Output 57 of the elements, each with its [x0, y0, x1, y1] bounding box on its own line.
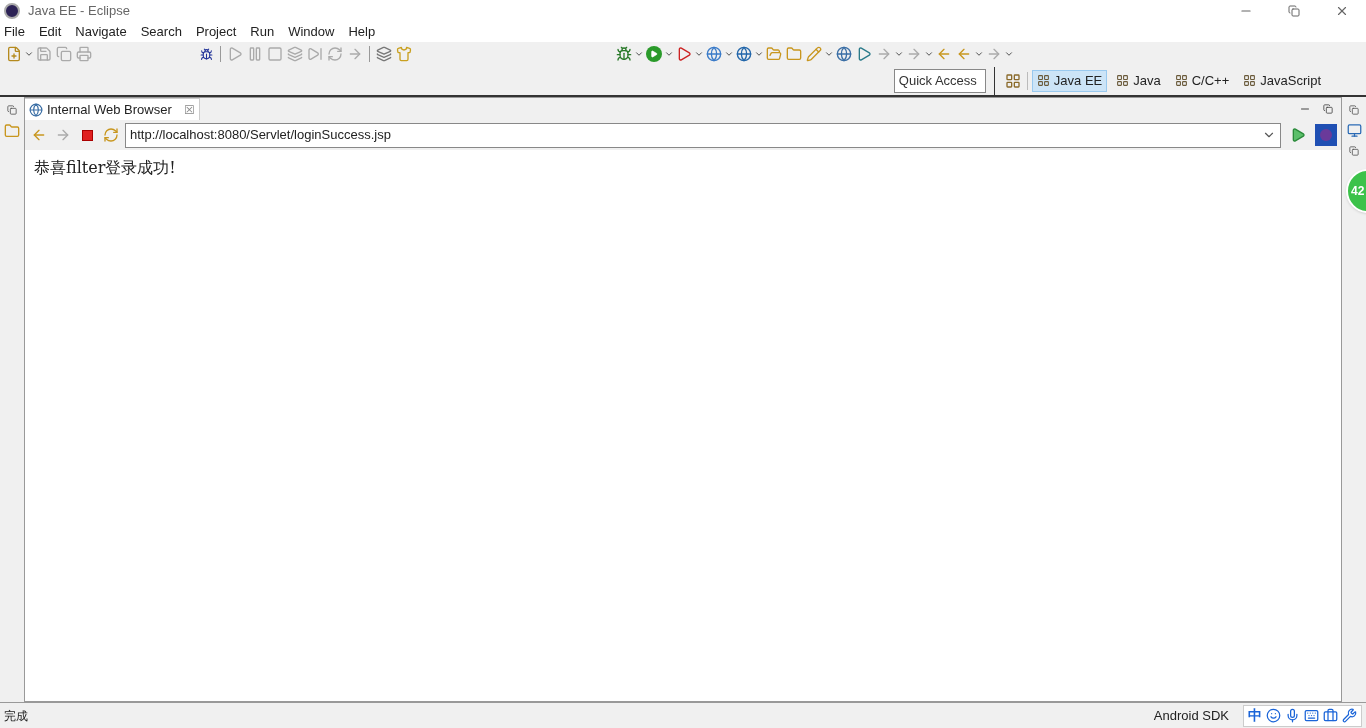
caret-icon[interactable]: [754, 49, 764, 59]
caret-icon[interactable]: [1004, 49, 1014, 59]
restore-icon[interactable]: [7, 105, 17, 115]
perspective-tab[interactable]: Java EE: [1031, 69, 1108, 92]
eclipse-logo-icon[interactable]: [1315, 124, 1337, 146]
globe-icon: [29, 102, 43, 117]
status-text: Android SDK: [1153, 706, 1229, 725]
menu-item[interactable]: Run: [250, 22, 275, 42]
menu-item[interactable]: File: [4, 22, 25, 42]
wrench-icon[interactable]: [1342, 708, 1357, 723]
quick-access-field[interactable]: Quick Access: [893, 68, 986, 93]
url-text: http://localhost:8080/Servlet/loginSuccess.jsp: [130, 126, 392, 145]
perspective-icon: [1243, 74, 1257, 87]
file-folder-icon[interactable]: [4, 123, 20, 139]
perspective-tab[interactable]: JavaScript: [1238, 69, 1326, 92]
pencil-icon[interactable]: [804, 44, 824, 64]
globe-icon[interactable]: [834, 44, 854, 64]
menu-item[interactable]: Window: [288, 22, 335, 42]
restore-icon[interactable]: [1349, 105, 1359, 115]
caret-icon[interactable]: [634, 49, 644, 59]
close-tab-button[interactable]: ☒: [183, 100, 195, 119]
menu-item[interactable]: Search: [140, 22, 182, 42]
caret-icon[interactable]: [724, 49, 734, 59]
caret-icon[interactable]: [824, 49, 834, 59]
maximize-icon[interactable]: [1323, 104, 1333, 114]
perspective-icon: [1036, 74, 1050, 87]
caret-icon[interactable]: [664, 49, 674, 59]
editor-tab[interactable]: Internal Web Browser ☒: [25, 97, 200, 121]
restore-icon[interactable]: [1349, 146, 1359, 156]
eclipse-logo-icon: [4, 3, 20, 19]
save-icon[interactable]: [34, 44, 54, 64]
ime-mode-button[interactable]: 中: [1248, 705, 1262, 726]
caret-icon[interactable]: [924, 49, 934, 59]
url-field[interactable]: http://localhost:8080/Servlet/loginSuccess.jsp: [125, 122, 1281, 148]
monitor-icon[interactable]: [1346, 123, 1362, 138]
perspective-tab[interactable]: Java: [1111, 69, 1166, 92]
emoji-icon[interactable]: [1266, 708, 1281, 723]
tab-title: Internal Web Browser: [47, 100, 172, 119]
menu-item[interactable]: Help: [348, 22, 376, 42]
microphone-icon[interactable]: [1285, 708, 1300, 723]
menu-item[interactable]: Project: [195, 22, 237, 42]
menu-item[interactable]: Edit: [38, 22, 62, 42]
perspective-tab[interactable]: C/C++: [1169, 69, 1235, 92]
caret-icon[interactable]: [894, 49, 904, 59]
caret-icon[interactable]: [24, 49, 34, 59]
menu-item[interactable]: Navigate: [75, 22, 127, 42]
perspective-icon: [1174, 74, 1188, 87]
window-title: Java EE - Eclipse: [28, 2, 130, 21]
caret-icon[interactable]: [694, 49, 704, 59]
save-all-icon[interactable]: [54, 44, 74, 64]
page-message: 恭喜filter登录成功!: [34, 158, 176, 177]
run-icon[interactable]: [646, 46, 662, 62]
keyboard-icon[interactable]: [1304, 708, 1319, 723]
print-icon[interactable]: [74, 44, 94, 64]
perspective-icon: [1116, 74, 1130, 87]
status-text: 完成: [4, 707, 28, 725]
caret-icon[interactable]: [974, 49, 984, 59]
